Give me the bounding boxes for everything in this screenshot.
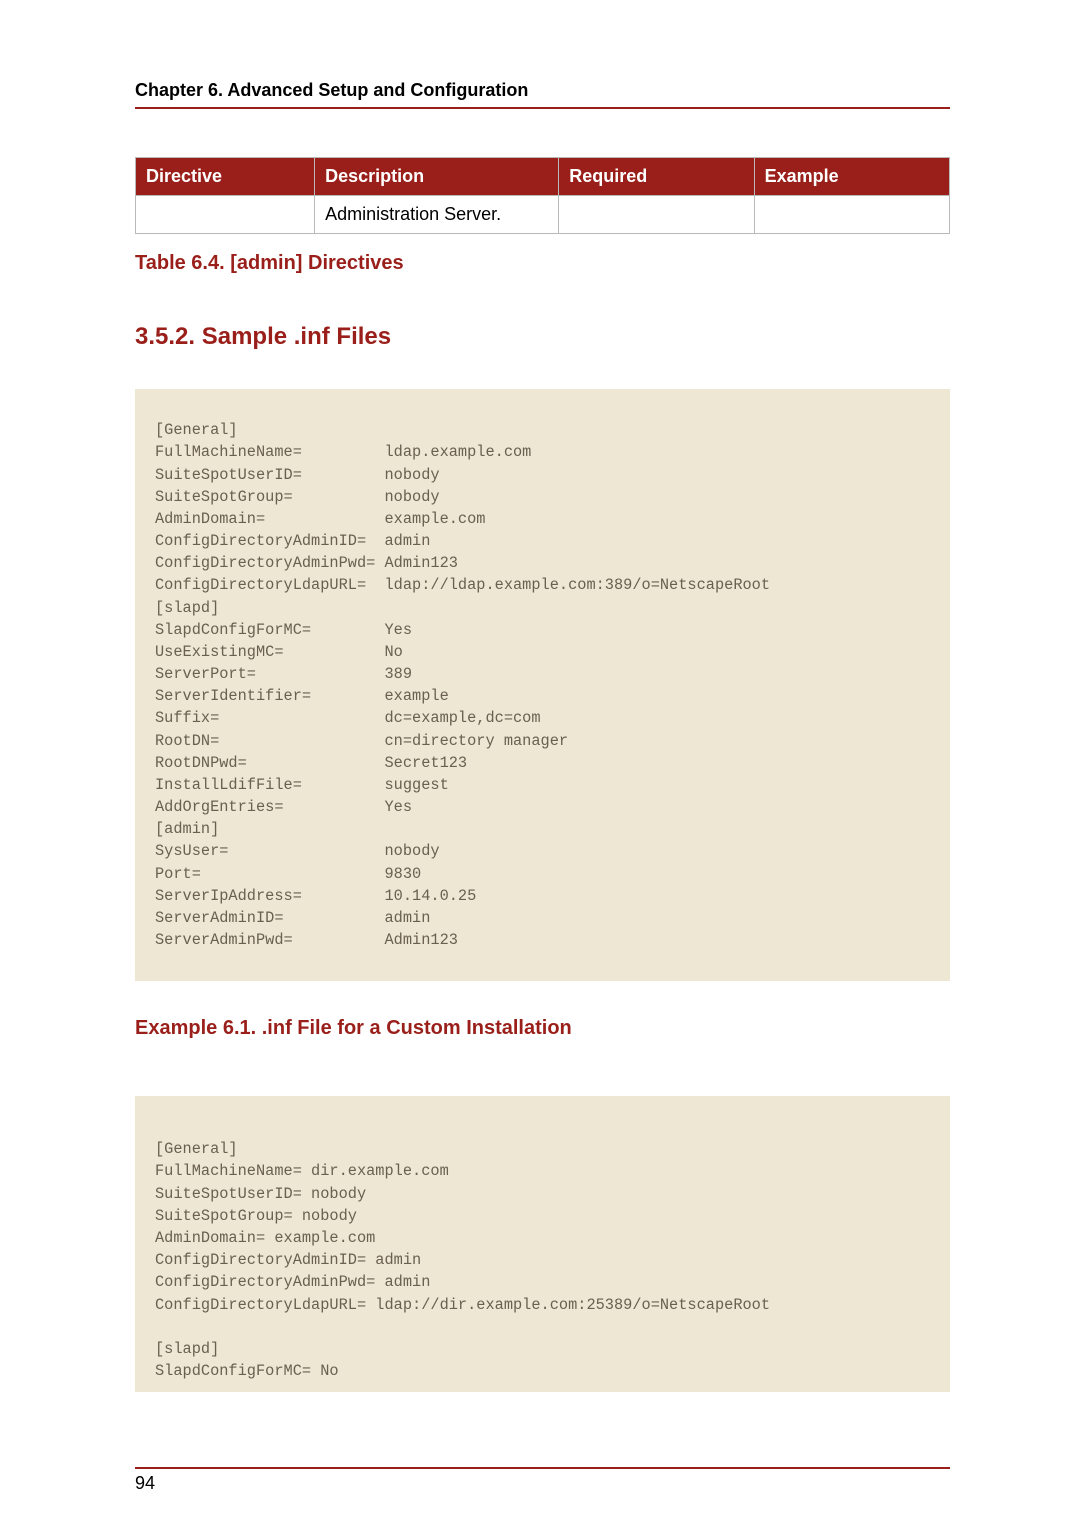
- td-required: [559, 196, 754, 234]
- table-caption: Table 6.4. [admin] Directives: [135, 252, 950, 275]
- td-directive: [136, 196, 315, 234]
- page-footer: 94: [135, 1467, 950, 1494]
- th-required: Required: [559, 158, 754, 196]
- example-caption: Example 6.1. .inf File for a Custom Inst…: [135, 1017, 950, 1040]
- code-block-2: [General] FullMachineName= dir.example.c…: [135, 1096, 950, 1392]
- section-heading: 3.5.2. Sample .inf Files: [135, 323, 950, 351]
- th-example: Example: [754, 158, 949, 196]
- table-row: Administration Server.: [136, 196, 950, 234]
- td-example: [754, 196, 949, 234]
- directives-table: Directive Description Required Example A…: [135, 157, 950, 234]
- th-directive: Directive: [136, 158, 315, 196]
- table-header-row: Directive Description Required Example: [136, 158, 950, 196]
- chapter-header: Chapter 6. Advanced Setup and Configurat…: [135, 80, 950, 109]
- td-description: Administration Server.: [315, 196, 559, 234]
- page-number: 94: [135, 1473, 155, 1493]
- code-block-1: [General] FullMachineName= ldap.example.…: [135, 389, 950, 981]
- th-description: Description: [315, 158, 559, 196]
